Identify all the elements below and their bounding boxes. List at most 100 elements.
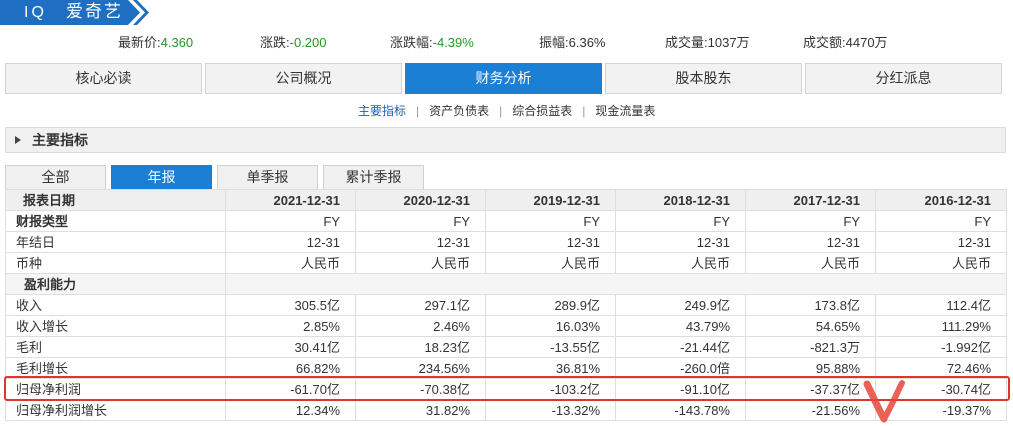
row-value: 72.46% bbox=[875, 357, 1007, 379]
tab-cumulative-quarter[interactable]: 累计季报 bbox=[323, 165, 424, 189]
table-row: 收入增长 2.85% 2.46% 16.03% 43.79% 54.65% 11… bbox=[5, 315, 1007, 337]
table-row: 收入 305.5亿 297.1亿 289.9亿 249.9亿 173.8亿 11… bbox=[5, 294, 1007, 316]
row-value: 173.8亿 bbox=[745, 294, 876, 316]
link-income-statement[interactable]: 综合损益表 bbox=[512, 103, 572, 119]
row-label: 收入增长 bbox=[5, 315, 226, 337]
last-price-value: 4.360 bbox=[160, 35, 194, 50]
row-value: 66.82% bbox=[225, 357, 356, 379]
table-header-row: 报表日期 2021-12-31 2020-12-31 2019-12-31 20… bbox=[5, 189, 1007, 211]
tab-shareholders[interactable]: 股本股东 bbox=[605, 63, 802, 94]
row-value: 95.88% bbox=[745, 357, 876, 379]
row-label: 毛利 bbox=[5, 336, 226, 358]
subnav-separator: | bbox=[499, 104, 503, 118]
tab-single-quarter[interactable]: 单季报 bbox=[217, 165, 318, 189]
row-value: -91.10亿 bbox=[615, 378, 746, 400]
row-value: -103.2亿 bbox=[485, 378, 616, 400]
last-price: 最新价:4.360 bbox=[118, 34, 193, 52]
row-value: 12-31 bbox=[355, 231, 486, 253]
stock-title-banner: IQ 爱奇艺 bbox=[0, 0, 150, 25]
volume-label: 成交量: bbox=[665, 35, 708, 50]
main-tab-bar: 核心必读 公司概况 财务分析 股本股东 分红派息 bbox=[5, 63, 1003, 94]
row-value: FY bbox=[875, 210, 1007, 232]
date-header: 2020-12-31 bbox=[355, 189, 486, 211]
row-value: -70.38亿 bbox=[355, 378, 486, 400]
row-label: 归母净利润 bbox=[5, 378, 226, 400]
row-value: -260.0倍 bbox=[615, 357, 746, 379]
link-balance-sheet[interactable]: 资产负债表 bbox=[429, 103, 489, 119]
section-header-key-indicators[interactable]: 主要指标 bbox=[5, 127, 1006, 153]
row-value: -143.78% bbox=[615, 399, 746, 421]
row-value: 人民币 bbox=[485, 252, 616, 274]
row-value: -37.37亿 bbox=[745, 378, 876, 400]
date-header: 2019-12-31 bbox=[485, 189, 616, 211]
amplitude-label: 振幅: bbox=[539, 35, 569, 50]
row-value: 54.65% bbox=[745, 315, 876, 337]
row-value: 人民币 bbox=[615, 252, 746, 274]
row-value: -61.70亿 bbox=[225, 378, 356, 400]
row-value: 人民币 bbox=[745, 252, 876, 274]
row-value: 297.1亿 bbox=[355, 294, 486, 316]
row-value: FY bbox=[745, 210, 876, 232]
section-label: 盈利能力 bbox=[5, 273, 226, 295]
tab-dividends[interactable]: 分红派息 bbox=[805, 63, 1002, 94]
financial-subnav: 主要指标 | 资产负债表 | 综合损益表 | 现金流量表 bbox=[358, 103, 655, 119]
section-title: 主要指标 bbox=[32, 132, 88, 148]
amplitude-value: 6.36% bbox=[568, 35, 606, 50]
table-row-highlighted: 归母净利润 -61.70亿 -70.38亿 -103.2亿 -91.10亿 -3… bbox=[5, 378, 1007, 400]
tab-core-reading[interactable]: 核心必读 bbox=[5, 63, 202, 94]
row-value: FY bbox=[615, 210, 746, 232]
row-label: 收入 bbox=[5, 294, 226, 316]
subnav-separator: | bbox=[582, 104, 586, 118]
stock-ticker: IQ bbox=[24, 4, 47, 21]
row-value: -13.32% bbox=[485, 399, 616, 421]
table-section-row: 盈利能力 bbox=[5, 273, 1007, 295]
turnover: 成交额:4470万 bbox=[803, 34, 888, 52]
date-header: 2021-12-31 bbox=[225, 189, 356, 211]
row-label: 归母净利润增长 bbox=[5, 399, 226, 421]
row-value: 305.5亿 bbox=[225, 294, 356, 316]
row-value: 2.85% bbox=[225, 315, 356, 337]
price-change: 涨跌:-0.200 bbox=[260, 34, 327, 52]
row-value: 111.29% bbox=[875, 315, 1007, 337]
section-row-filler bbox=[225, 273, 1007, 295]
row-value: 31.82% bbox=[355, 399, 486, 421]
row-value: 289.9亿 bbox=[485, 294, 616, 316]
price-change-label: 涨跌: bbox=[260, 35, 290, 50]
tab-financial-analysis[interactable]: 财务分析 bbox=[405, 63, 602, 94]
table-row: 年结日 12-31 12-31 12-31 12-31 12-31 12-31 bbox=[5, 231, 1007, 253]
row-value: -30.74亿 bbox=[875, 378, 1007, 400]
row-value: 16.03% bbox=[485, 315, 616, 337]
row-value: -821.3万 bbox=[745, 336, 876, 358]
quote-summary: 最新价:4.360 涨跌:-0.200 涨跌幅:-4.39% 振幅:6.36% … bbox=[0, 34, 1013, 52]
link-cash-flow[interactable]: 现金流量表 bbox=[595, 103, 655, 119]
row-value: -13.55亿 bbox=[485, 336, 616, 358]
row-label: 毛利增长 bbox=[5, 357, 226, 379]
row-value: -21.44亿 bbox=[615, 336, 746, 358]
turnover-value: 4470万 bbox=[845, 35, 888, 50]
row-label: 财报类型 bbox=[5, 210, 226, 232]
tab-annual[interactable]: 年报 bbox=[111, 165, 212, 189]
table-row: 毛利 30.41亿 18.23亿 -13.55亿 -21.44亿 -821.3万… bbox=[5, 336, 1007, 358]
tab-company-overview[interactable]: 公司概况 bbox=[205, 63, 402, 94]
change-percent-value: -4.39% bbox=[432, 35, 474, 50]
company-name: 爱奇艺 bbox=[66, 2, 123, 21]
row-value: -21.56% bbox=[745, 399, 876, 421]
row-value: 234.56% bbox=[355, 357, 486, 379]
row-value: 249.9亿 bbox=[615, 294, 746, 316]
subnav-separator: | bbox=[416, 104, 420, 118]
row-value: 12-31 bbox=[745, 231, 876, 253]
table-row: 归母净利润增长 12.34% 31.82% -13.32% -143.78% -… bbox=[5, 399, 1007, 421]
row-value: 36.81% bbox=[485, 357, 616, 379]
row-value: FY bbox=[225, 210, 356, 232]
row-label: 币种 bbox=[5, 252, 226, 274]
change-percent-label: 涨跌幅: bbox=[390, 35, 433, 50]
volume-value: 1037万 bbox=[707, 35, 750, 50]
change-percent: 涨跌幅:-4.39% bbox=[390, 34, 474, 52]
row-value: 2.46% bbox=[355, 315, 486, 337]
row-value: 43.79% bbox=[615, 315, 746, 337]
link-key-indicators[interactable]: 主要指标 bbox=[358, 103, 406, 119]
tab-all[interactable]: 全部 bbox=[5, 165, 106, 189]
row-value: 人民币 bbox=[355, 252, 486, 274]
date-header: 2017-12-31 bbox=[745, 189, 876, 211]
row-value: 12.34% bbox=[225, 399, 356, 421]
